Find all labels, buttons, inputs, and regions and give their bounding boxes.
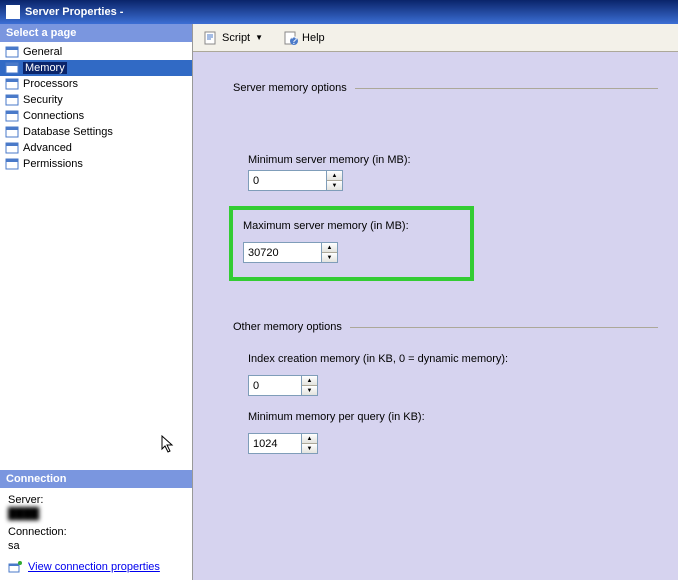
toolbar: Script ▼ ? Help — [193, 24, 678, 52]
connection-body: Server: ████ Connection: sa View connect… — [0, 488, 192, 580]
sidebar-item-advanced[interactable]: Advanced — [0, 140, 192, 156]
sidebar-item-database-settings[interactable]: Database Settings — [0, 124, 192, 140]
min-query-memory-block: Minimum memory per query (in KB): ▲ ▼ — [248, 411, 658, 454]
help-button[interactable]: ? Help — [279, 28, 329, 48]
min-memory-label: Minimum server memory (in MB): — [248, 154, 658, 166]
spinner-buttons: ▲ ▼ — [322, 242, 338, 263]
page-icon — [4, 61, 20, 75]
min-query-memory-input[interactable] — [248, 433, 302, 454]
sidebar-item-connections[interactable]: Connections — [0, 108, 192, 124]
spinner-buttons: ▲ ▼ — [327, 170, 343, 191]
highlight-box: Maximum server memory (in MB): ▲ ▼ — [229, 206, 474, 281]
page-label: Memory — [23, 62, 67, 74]
connection-section: Connection Server: ████ Connection: sa V… — [0, 470, 192, 580]
page-label: Security — [23, 94, 63, 106]
script-icon — [203, 30, 219, 46]
divider — [350, 327, 658, 328]
divider — [355, 88, 658, 89]
max-memory-label: Maximum server memory (in MB): — [243, 220, 460, 232]
group-header-text: Server memory options — [233, 82, 347, 94]
min-query-memory-spinner: ▲ ▼ — [248, 433, 318, 454]
index-memory-label: Index creation memory (in KB, 0 = dynami… — [248, 353, 658, 365]
server-value: ████ — [8, 508, 184, 520]
spin-down-button[interactable]: ▼ — [327, 181, 342, 190]
spin-up-button[interactable]: ▲ — [302, 376, 317, 386]
spacer — [0, 174, 192, 470]
sidebar-item-processors[interactable]: Processors — [0, 76, 192, 92]
spin-up-button[interactable]: ▲ — [322, 243, 337, 253]
app-icon — [6, 5, 20, 19]
group-header-text: Other memory options — [233, 321, 342, 333]
min-memory-input[interactable] — [248, 170, 327, 191]
page-label: Permissions — [23, 158, 83, 170]
main-container: Select a page General Memory Processors … — [0, 24, 678, 580]
page-label: Processors — [23, 78, 78, 90]
svg-text:?: ? — [291, 35, 297, 46]
help-label: Help — [302, 32, 325, 44]
view-connection-properties-link[interactable]: View connection properties — [28, 561, 160, 573]
min-memory-block: Minimum server memory (in MB): ▲ ▼ — [248, 154, 658, 191]
sidebar-item-security[interactable]: Security — [0, 92, 192, 108]
page-list: General Memory Processors Security Conne… — [0, 42, 192, 174]
index-memory-input[interactable] — [248, 375, 302, 396]
spinner-buttons: ▲ ▼ — [302, 375, 318, 396]
select-page-header: Select a page — [0, 24, 192, 42]
page-icon — [4, 77, 20, 91]
min-query-memory-label: Minimum memory per query (in KB): — [248, 411, 658, 423]
script-label: Script — [222, 32, 250, 44]
index-memory-spinner: ▲ ▼ — [248, 375, 318, 396]
page-icon — [4, 141, 20, 155]
window-titlebar: Server Properties - — [0, 0, 678, 24]
spin-down-button[interactable]: ▼ — [302, 386, 317, 395]
right-panel: Script ▼ ? Help Server memory options Mi… — [193, 24, 678, 580]
spinner-buttons: ▲ ▼ — [302, 433, 318, 454]
script-button[interactable]: Script ▼ — [199, 28, 267, 48]
sidebar-item-permissions[interactable]: Permissions — [0, 156, 192, 172]
connection-label: Connection: — [8, 526, 184, 538]
left-panel: Select a page General Memory Processors … — [0, 24, 193, 580]
spin-up-button[interactable]: ▲ — [327, 171, 342, 181]
page-label: General — [23, 46, 62, 58]
page-label: Connections — [23, 110, 84, 122]
view-connection-link-row: View connection properties — [8, 560, 184, 574]
chevron-down-icon: ▼ — [255, 33, 263, 42]
sidebar-item-general[interactable]: General — [0, 44, 192, 60]
page-icon — [4, 157, 20, 171]
window-title: Server Properties - — [25, 6, 123, 18]
page-label: Database Settings — [23, 126, 113, 138]
page-icon — [4, 93, 20, 107]
server-memory-group-header: Server memory options — [233, 82, 658, 94]
page-icon — [4, 45, 20, 59]
spin-down-button[interactable]: ▼ — [302, 444, 317, 453]
cursor-icon — [161, 435, 177, 460]
connection-header: Connection — [0, 470, 192, 488]
connection-value: sa — [8, 540, 184, 552]
spin-down-button[interactable]: ▼ — [322, 253, 337, 262]
other-memory-group-header: Other memory options — [233, 321, 658, 333]
server-label: Server: — [8, 494, 184, 506]
min-memory-spinner: ▲ ▼ — [248, 170, 343, 191]
spin-up-button[interactable]: ▲ — [302, 434, 317, 444]
page-icon — [4, 109, 20, 123]
index-memory-block: Index creation memory (in KB, 0 = dynami… — [248, 353, 658, 396]
max-memory-spinner: ▲ ▼ — [243, 242, 338, 263]
help-icon: ? — [283, 30, 299, 46]
connection-properties-icon — [8, 560, 24, 574]
sidebar-item-memory[interactable]: Memory — [0, 60, 192, 76]
page-icon — [4, 125, 20, 139]
max-memory-input[interactable] — [243, 242, 322, 263]
page-label: Advanced — [23, 142, 72, 154]
content-area: Server memory options Minimum server mem… — [193, 52, 678, 580]
